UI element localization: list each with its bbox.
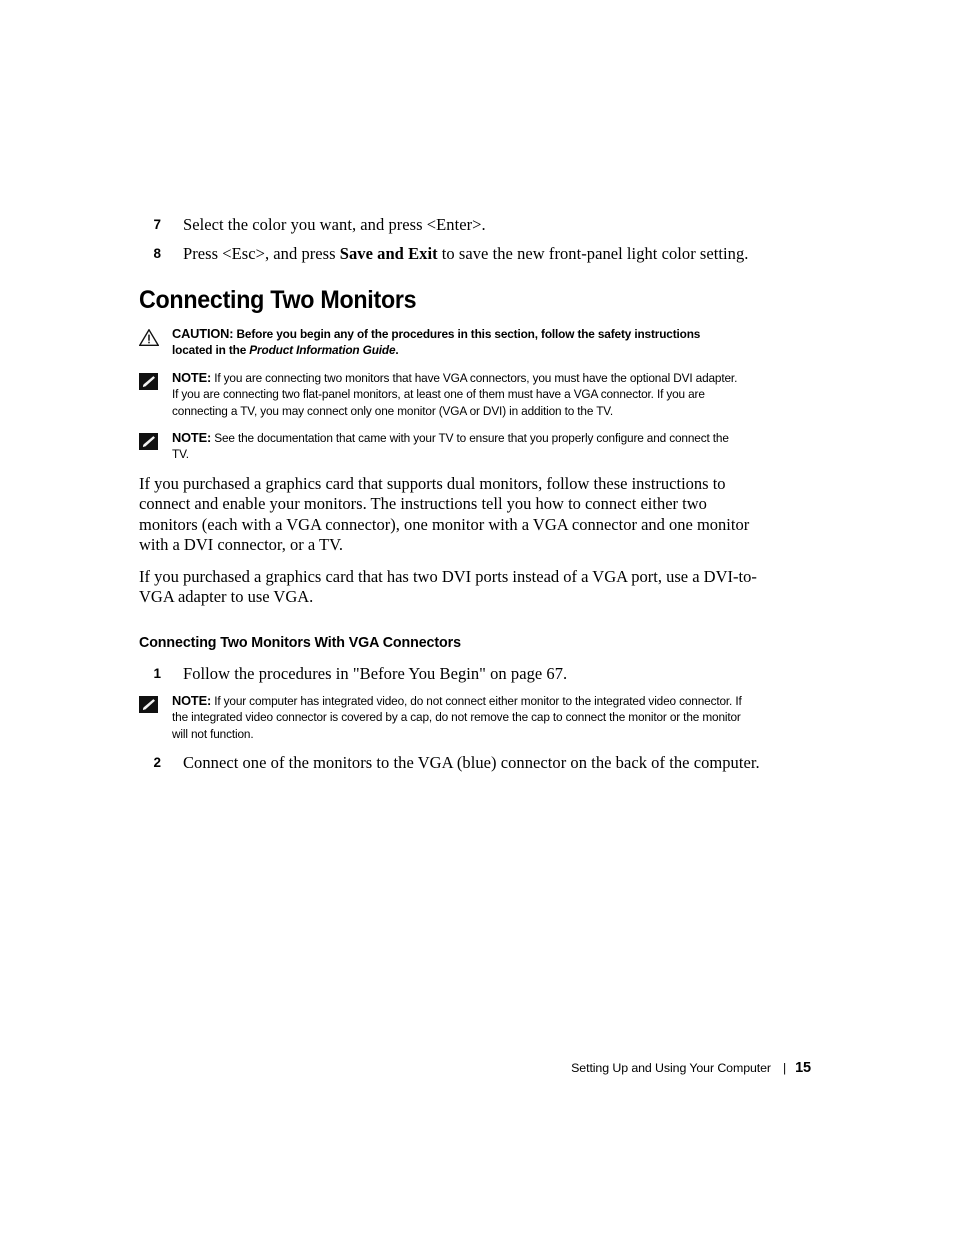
step-text: Select the color you want, and press <En…: [161, 215, 486, 235]
step-number: 2: [153, 755, 161, 771]
note-label: NOTE:: [172, 430, 212, 446]
step-text-emphasis: Save and Exit: [339, 244, 438, 263]
note-block: NOTE: If your computer has integrated vi…: [139, 693, 761, 742]
page-footer: Setting Up and Using Your Computer | 15: [0, 1060, 811, 1076]
body-paragraph: If you purchased a graphics card that su…: [139, 473, 750, 555]
note-text-part: If your computer has integrated video, d…: [172, 693, 742, 741]
footer-chapter-title: Setting Up and Using Your Computer: [571, 1061, 771, 1075]
step-text-part: Press <Esc>, and press: [183, 244, 340, 263]
list-item: 8 Press <Esc>, and press Save and Exit t…: [139, 244, 761, 264]
note-pencil-icon: [139, 433, 159, 451]
document-page: 7 Select the color you want, and press <…: [0, 0, 954, 1235]
step-number: 8: [153, 246, 161, 261]
step-number: 7: [153, 217, 161, 232]
body-paragraph: If you purchased a graphics card that ha…: [139, 566, 757, 607]
note-text: NOTE: If you are connecting two monitors…: [172, 370, 743, 419]
subsection-title: Connecting Two Monitors With VGA Connect…: [139, 633, 461, 651]
note-label: NOTE:: [172, 369, 212, 385]
step-number: 1: [153, 665, 161, 681]
list-item: 2 Connect one of the monitors to the VGA…: [139, 753, 761, 773]
page-title: Connecting Two Monitors: [139, 286, 417, 314]
note-text-part: If you are connecting two monitors that …: [172, 370, 738, 418]
list-item: 7 Select the color you want, and press <…: [139, 215, 761, 235]
step-text-part: to save the new front-panel light color …: [437, 244, 749, 263]
page-content: 7 Select the color you want, and press <…: [138, 215, 761, 782]
step-text: Press <Esc>, and press Save and Exit to …: [161, 244, 748, 264]
footer-separator: |: [782, 1061, 787, 1075]
note-text: NOTE: If your computer has integrated vi…: [172, 693, 743, 742]
step-text: Follow the procedures in "Before You Beg…: [183, 663, 568, 683]
note-block: NOTE: If you are connecting two monitors…: [139, 370, 761, 419]
step-text-part: Select the color you want, and press <En…: [183, 215, 486, 234]
warning-triangle-icon: [138, 328, 160, 346]
note-block: NOTE: See the documentation that came wi…: [139, 430, 761, 463]
note-pencil-icon: [139, 372, 159, 390]
note-text: NOTE: See the documentation that came wi…: [172, 430, 743, 463]
caution-text-part: .: [395, 343, 399, 358]
page-number: 15: [795, 1060, 811, 1076]
caution-label: CAUTION:: [172, 326, 234, 341]
note-text-part: See the documentation that came with you…: [172, 431, 729, 462]
caution-reference: Product Information Guide: [249, 343, 396, 358]
caution-text: CAUTION: Before you begin any of the pro…: [172, 326, 743, 359]
caution-block: CAUTION: Before you begin any of the pro…: [138, 326, 761, 359]
step-text: Connect one of the monitors to the VGA (…: [183, 753, 760, 773]
note-pencil-icon: [139, 695, 159, 713]
note-label: NOTE:: [172, 692, 212, 708]
list-item: 1 Follow the procedures in "Before You B…: [139, 664, 761, 684]
